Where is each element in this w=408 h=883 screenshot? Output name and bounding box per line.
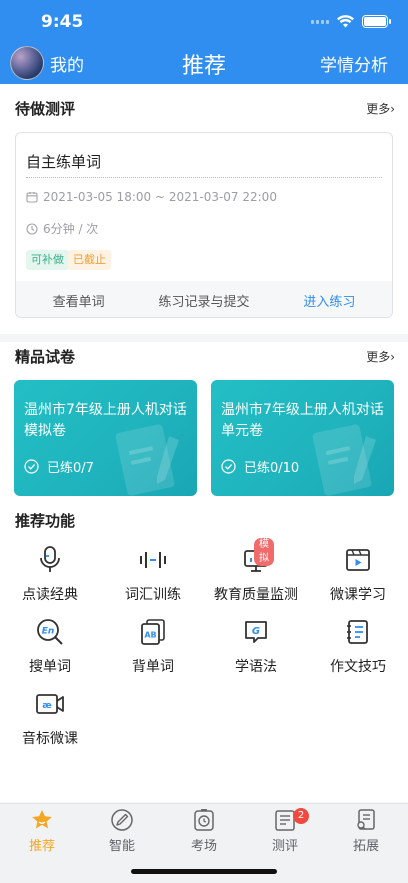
app-header: 9:45 我的 推荐 学情分析	[0, 0, 408, 84]
papers-title: 精品试卷	[15, 347, 76, 366]
status-bar: 9:45	[0, 0, 408, 44]
paper-title: 温州市7年级上册人机对话单元卷	[221, 402, 384, 439]
notification-badge: 2	[293, 808, 309, 824]
compass-pen-icon	[111, 809, 133, 831]
feature-micro-course[interactable]: 微课学习	[312, 544, 404, 608]
expand-doc-icon	[357, 809, 375, 830]
tab-evaluation[interactable]: 2 测评	[245, 804, 325, 860]
paper-progress: 已练0/10	[244, 461, 300, 476]
tab-label: 考场	[190, 839, 217, 854]
video-play-icon	[346, 549, 370, 571]
tab-recommend[interactable]: 推荐	[2, 804, 82, 860]
pending-header: 待做测评 更多›	[15, 96, 395, 120]
feature-memorize-words[interactable]: AB 背单词	[107, 616, 199, 680]
check-circle-icon	[221, 459, 236, 474]
pending-title: 待做测评	[15, 99, 76, 118]
tab-label: 测评	[271, 839, 298, 854]
home-indicator	[131, 869, 277, 874]
makeup-tag: 可补做	[26, 250, 69, 270]
calendar-icon	[26, 192, 38, 203]
tab-label: 推荐	[28, 839, 55, 854]
task-duration-row: 6分钟 / 次	[26, 220, 98, 237]
star-icon	[32, 810, 52, 829]
feature-search-word[interactable]: En 搜单词	[4, 616, 96, 680]
feature-writing-skills[interactable]: 作文技巧	[312, 616, 404, 680]
deadline-tag: 已截止	[68, 250, 111, 270]
signal-icon	[311, 19, 329, 24]
soundwave-icon	[140, 552, 166, 568]
svg-text:æ: æ	[42, 701, 51, 711]
dotted-divider	[26, 177, 382, 178]
clock-icon	[194, 809, 214, 831]
tab-label: 拓展	[352, 839, 379, 854]
paper-title: 温州市7年级上册人机对话模拟卷	[24, 402, 187, 439]
wifi-icon	[337, 15, 354, 28]
feature-phonetic-course[interactable]: æ 音标微课	[4, 688, 96, 752]
feature-label: 音标微课	[22, 731, 78, 747]
feature-read-classics[interactable]: 点读经典	[4, 544, 96, 608]
enter-practice-button[interactable]: 进入练习	[267, 291, 392, 310]
feature-label: 学语法	[235, 659, 277, 675]
papers-more-link[interactable]: 更多›	[366, 348, 395, 365]
tab-smart[interactable]: 智能	[82, 804, 162, 860]
paper-card-mock[interactable]: 温州市7年级上册人机对话模拟卷 已练0/7	[14, 380, 197, 496]
paper-progress: 已练0/7	[47, 461, 94, 476]
svg-text:AB: AB	[144, 631, 156, 640]
task-name: 自主练单词	[26, 153, 102, 171]
microphone-icon	[40, 546, 60, 572]
pending-more-link[interactable]: 更多›	[366, 100, 395, 117]
svg-text:G: G	[252, 626, 260, 637]
phonetic-video-icon: æ	[36, 694, 64, 714]
feature-learn-grammar[interactable]: G 学语法	[210, 616, 302, 680]
feature-label: 作文技巧	[330, 659, 386, 675]
feature-label: 微课学习	[330, 587, 386, 603]
feature-label: 搜单词	[29, 659, 71, 675]
status-time: 9:45	[41, 12, 84, 32]
feature-label: 点读经典	[22, 587, 78, 603]
tab-label: 智能	[108, 839, 135, 854]
clock-icon	[26, 222, 38, 235]
tab-bar: 推荐 智能 考场 2 测评 拓展	[0, 803, 408, 883]
paper-status: 已练0/7	[24, 457, 94, 476]
grammar-g-icon: G	[245, 621, 267, 643]
practice-records-button[interactable]: 练习记录与提交	[141, 291, 266, 310]
learning-analysis-link[interactable]: 学情分析	[320, 51, 388, 76]
svg-text:En: En	[42, 627, 55, 637]
features-title: 推荐功能	[15, 511, 76, 530]
feature-label: 词汇训练	[125, 587, 181, 603]
task-date-range: 2021-03-05 18:00 ~ 2021-03-07 22:00	[43, 190, 277, 204]
task-card: 自主练单词 2021-03-05 18:00 ~ 2021-03-07 22:0…	[15, 132, 393, 318]
task-duration: 6分钟 / 次	[43, 222, 99, 236]
tab-exam-room[interactable]: 考场	[164, 804, 244, 860]
tab-expand[interactable]: 拓展	[326, 804, 406, 860]
feature-quality-monitor[interactable]: 模拟 教育质量监测	[210, 538, 302, 608]
search-en-icon: En	[37, 619, 63, 645]
task-actions: 查看单词 练习记录与提交 进入练习	[16, 281, 392, 317]
feature-label: 教育质量监测	[214, 587, 298, 603]
ab-cards-icon: AB	[141, 619, 165, 645]
feature-vocab-training[interactable]: 词汇训练	[107, 544, 199, 608]
features-header: 推荐功能	[15, 508, 395, 532]
paper-card-unit[interactable]: 温州市7年级上册人机对话单元卷 已练0/10	[211, 380, 394, 496]
feature-label: 背单词	[132, 659, 174, 675]
check-circle-icon	[24, 459, 39, 474]
view-words-button[interactable]: 查看单词	[16, 291, 141, 310]
notebook-icon	[347, 620, 368, 644]
task-date-row: 2021-03-05 18:00 ~ 2021-03-07 22:00	[26, 190, 277, 204]
mock-badge: 模拟	[254, 538, 274, 566]
papers-header: 精品试卷 更多›	[15, 344, 395, 368]
battery-icon	[362, 15, 391, 28]
paper-status: 已练0/10	[221, 457, 299, 476]
status-icons	[311, 15, 391, 28]
